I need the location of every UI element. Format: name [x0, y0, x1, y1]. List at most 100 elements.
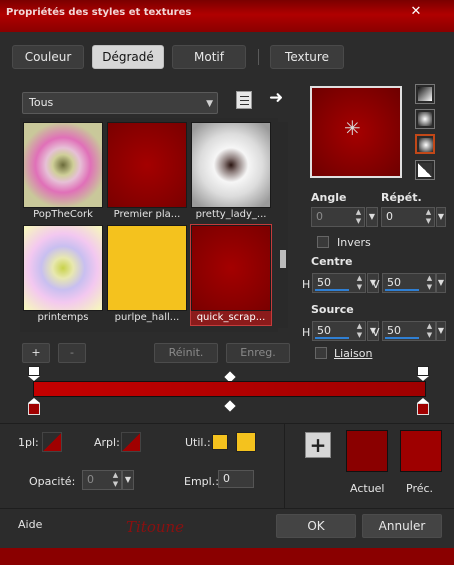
- window-title: Propriétés des styles et textures: [6, 7, 192, 18]
- source-h-level-bar: [315, 337, 349, 339]
- link-checkbox[interactable]: [315, 347, 327, 359]
- close-icon[interactable]: ✕: [408, 4, 424, 20]
- center-h-level-bar: [315, 289, 349, 291]
- angle-stepper[interactable]: 0 ▲ ▼: [311, 207, 365, 227]
- gallery-item-label: purlpe_hall...: [114, 312, 180, 323]
- stepper-arrows-icon[interactable]: ▲ ▼: [424, 274, 435, 292]
- gallery-item-premier-plan[interactable]: Premier pla...: [107, 122, 187, 222]
- angle-dropdown[interactable]: ▼: [366, 207, 378, 227]
- first-stop-swatch[interactable]: [42, 432, 62, 452]
- category-select[interactable]: Tous ▼: [22, 92, 218, 114]
- center-point-icon[interactable]: ✳: [344, 118, 361, 138]
- gallery-item-printemps[interactable]: printemps: [23, 225, 103, 325]
- section-divider: [0, 423, 454, 424]
- color-midpoint-handle[interactable]: [224, 400, 236, 412]
- source-h-stepper[interactable]: 50 ▲ ▼: [312, 321, 366, 341]
- stepper-arrows-icon[interactable]: ▲ ▼: [423, 208, 434, 226]
- gallery-scrollbar[interactable]: [278, 122, 288, 328]
- center-h-label: H: [302, 278, 311, 291]
- tab-degrade[interactable]: Dégradé: [92, 45, 164, 69]
- source-h-value: 50: [317, 324, 331, 337]
- sunburst-gradient-type-icon[interactable]: [415, 160, 435, 180]
- save-gradient-button[interactable]: Enreg.: [226, 343, 290, 363]
- link-label: Liaison: [334, 347, 373, 360]
- invert-checkbox[interactable]: [317, 236, 329, 248]
- arrow-right-icon[interactable]: ➜: [269, 88, 283, 108]
- gallery-item-label: PopTheCork: [33, 209, 93, 220]
- location-field[interactable]: 0: [218, 470, 254, 488]
- gradient-editor-bar[interactable]: [33, 381, 426, 397]
- stepper-arrows-icon[interactable]: ▲ ▼: [354, 274, 365, 292]
- tab-couleur[interactable]: Couleur: [12, 45, 84, 69]
- source-v-level-bar: [385, 337, 419, 339]
- gallery-item-label: printemps: [37, 312, 89, 323]
- repeat-stepper[interactable]: 0 ▲ ▼: [381, 207, 435, 227]
- foreground-color-swatch[interactable]: [212, 434, 228, 450]
- opacity-stepper[interactable]: 0 ▲ ▼: [82, 470, 122, 490]
- background-color-swatch[interactable]: [236, 432, 256, 452]
- source-v-dropdown[interactable]: ▼: [436, 321, 446, 341]
- current-color-swatch[interactable]: [346, 430, 388, 472]
- opacity-dropdown[interactable]: ▼: [122, 470, 134, 490]
- source-v-value: 50: [387, 324, 401, 337]
- add-gradient-button[interactable]: +: [22, 343, 50, 363]
- gradient-swatch: [23, 225, 103, 311]
- center-v-value: 50: [387, 276, 401, 289]
- list-view-icon[interactable]: [236, 91, 252, 109]
- tab-separator: [258, 49, 259, 65]
- center-label: Centre: [311, 255, 353, 268]
- gallery-item-purlpe-hall[interactable]: purlpe_hall...: [107, 225, 187, 325]
- source-v-stepper[interactable]: 50 ▲ ▼: [382, 321, 436, 341]
- radial-gradient-type-icon[interactable]: [415, 134, 435, 154]
- stepper-arrows-icon[interactable]: ▲ ▼: [424, 322, 435, 340]
- use-label: Util.:: [185, 436, 211, 449]
- reset-button[interactable]: Réinit.: [154, 343, 218, 363]
- center-h-stepper[interactable]: 50 ▲ ▼: [312, 273, 366, 293]
- end-stop-swatch[interactable]: [121, 432, 141, 452]
- center-h-value: 50: [317, 276, 331, 289]
- rectangular-gradient-type-icon[interactable]: [415, 109, 435, 129]
- gallery-item-label: quick_scrap...: [196, 312, 266, 323]
- stepper-arrows-icon[interactable]: ▲ ▼: [353, 208, 364, 226]
- linear-gradient-type-icon[interactable]: [415, 84, 435, 104]
- tab-texture[interactable]: Texture: [270, 45, 344, 69]
- ok-button[interactable]: OK: [276, 514, 356, 538]
- invert-label: Invers: [337, 236, 371, 249]
- gradient-swatch: [107, 225, 187, 311]
- color-stop-right[interactable]: [417, 398, 429, 420]
- remove-gradient-button[interactable]: -: [58, 343, 86, 363]
- category-select-value: Tous: [29, 96, 54, 109]
- location-label: Empl.:: [184, 475, 219, 488]
- window-bottom-frame: [0, 548, 454, 565]
- cancel-button[interactable]: Annuler: [362, 514, 442, 538]
- center-v-dropdown[interactable]: ▼: [436, 273, 446, 293]
- color-stop-left[interactable]: [28, 398, 40, 420]
- gallery-item-label: pretty_lady_...: [195, 209, 267, 220]
- center-v-stepper[interactable]: 50 ▲ ▼: [382, 273, 436, 293]
- previous-label: Préc.: [406, 482, 434, 495]
- stepper-arrows-icon[interactable]: ▲ ▼: [354, 322, 365, 340]
- gallery-item-popthecork[interactable]: PopTheCork: [23, 122, 103, 222]
- end-stop-label: Arpl:: [94, 436, 120, 449]
- gallery-scroll-thumb[interactable]: [280, 250, 286, 268]
- opacity-label: Opacité:: [29, 475, 76, 488]
- source-v-label: V: [372, 326, 380, 339]
- tab-motif[interactable]: Motif: [172, 45, 246, 69]
- repeat-dropdown[interactable]: ▼: [436, 207, 446, 227]
- add-stop-button[interactable]: +: [305, 432, 331, 458]
- gallery-item-pretty-lady[interactable]: pretty_lady_...: [191, 122, 271, 222]
- vertical-divider: [284, 424, 285, 508]
- current-label: Actuel: [350, 482, 385, 495]
- stepper-arrows-icon[interactable]: ▲ ▼: [110, 471, 121, 489]
- previous-color-swatch[interactable]: [400, 430, 442, 472]
- gallery-item-quick-scrap[interactable]: quick_scrap...: [190, 224, 272, 326]
- help-link[interactable]: Aide: [18, 518, 42, 531]
- center-v-label: V: [372, 278, 380, 291]
- center-v-level-bar: [385, 289, 419, 291]
- repeat-label: Répét.: [381, 191, 422, 204]
- angle-label: Angle: [311, 191, 347, 204]
- gradient-swatch: [191, 225, 271, 311]
- source-h-label: H: [302, 326, 311, 339]
- chevron-down-icon: ▼: [206, 99, 213, 109]
- source-label: Source: [311, 303, 354, 316]
